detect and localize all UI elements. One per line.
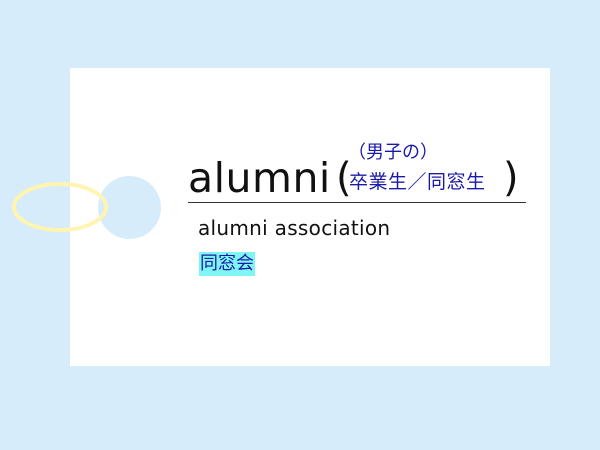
close-parenthesis: ) [503, 155, 519, 201]
example-phrase: alumni association [198, 216, 391, 240]
headword-underline [188, 202, 526, 203]
usage-note: （男子の） [348, 142, 438, 163]
japanese-gloss: 卒業生／同窓生 [349, 171, 486, 193]
phrase-translation: 同窓会 [199, 252, 255, 276]
card-punch-hole [98, 176, 161, 239]
headword: alumni [188, 154, 331, 202]
